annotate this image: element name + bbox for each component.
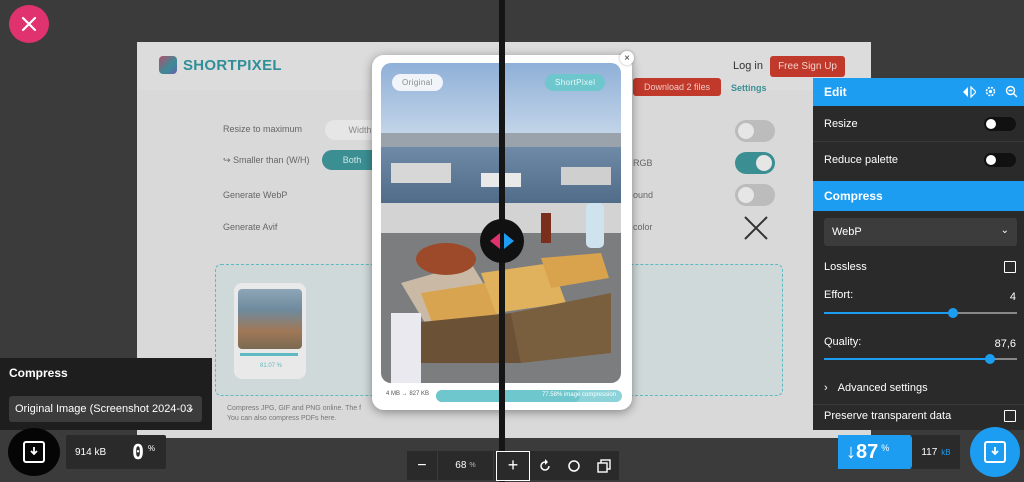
thumbnail-percent: 81.07 % [260,363,283,369]
source-image-value: Original Image (Screenshot 2024-03 [15,403,193,415]
original-tag: Original [392,74,443,91]
preserve-transparent-checkbox[interactable] [1004,410,1016,422]
original-percent: 0 [132,440,145,464]
zoom-toolbar: − 68% + [407,450,619,481]
thumbnail-progress [240,353,298,356]
download-original-button[interactable] [8,428,60,476]
brand-name: SHORTPIXEL [183,56,282,74]
settings-link[interactable]: Settings [731,83,767,93]
zoom-level: 68% [436,451,495,480]
download-result-button[interactable] [970,427,1020,477]
footer-line-1: Compress JPG, GIF and PNG online. The f [227,405,362,412]
quality-value: 87,6 [994,338,1016,350]
resize-toggle-bg[interactable] [735,120,775,142]
resize-row: Resize [813,106,1024,142]
rgb-toggle-bg[interactable] [735,152,775,174]
image-thumbnail[interactable]: 81.07 % [234,283,306,379]
site-logo: SHORTPIXEL [159,56,282,74]
original-percent-symbol: % [148,444,156,453]
resize-max-label: Resize to maximum [223,124,303,134]
lossless-label: Lossless [824,261,867,273]
zoom-out-button[interactable]: − [407,451,437,480]
settings-gear-icon[interactable] [984,85,997,98]
original-size: 914 kB [75,447,107,458]
effort-label: Effort: [824,289,854,301]
effort-value: 4 [1009,291,1016,303]
footer-line-2: You can also compress PDFs here. [227,415,337,422]
reduce-palette-label: Reduce palette [824,154,898,166]
compress-section-header: Compress [813,181,1024,211]
modal-close-icon[interactable]: × [620,51,634,65]
result-percent-badge: ↓87 % [838,435,922,469]
shortpixel-tag: ShortPixel [545,74,606,91]
site-footer-text: Compress JPG, GIF and PNG online. The f … [227,404,361,424]
effort-slider[interactable] [824,308,1017,318]
compression-label: 77.58% image compression [541,392,616,398]
compare-handle[interactable] [480,219,524,263]
preserve-transparent-label: Preserve transparent data [824,410,952,422]
login-link[interactable]: Log in [733,60,763,72]
advanced-settings-label: Advanced settings [837,382,928,394]
reduce-palette-row: Reduce palette [813,142,1024,178]
advanced-settings-toggle[interactable]: › Advanced settings [824,382,928,394]
left-compress-panel: Compress Original Image (Screenshot 2024… [0,358,212,430]
quality-slider-fill [824,358,990,360]
color-label: color [633,222,653,232]
size-change: 4 MB → 827 KB [386,391,430,397]
format-value: WebP [832,226,862,238]
result-size: 117 kB [912,435,960,469]
close-x-icon[interactable] [743,215,769,241]
download-icon [984,441,1006,463]
download-icon [23,441,45,463]
close-editor-button[interactable] [9,5,49,43]
chevron-down-icon: ⌄ [1000,225,1009,236]
generate-webp-label: Generate WebP [223,190,288,200]
close-icon [21,16,37,32]
quality-slider-knob[interactable] [984,354,995,364]
quality-slider[interactable] [824,354,1017,364]
compression-bar: 77.58% image compression [436,390,622,402]
original-size-box: 914 kB 0 % [66,435,166,469]
copy-icon[interactable] [589,451,619,480]
zoom-in-button[interactable]: + [496,450,530,481]
edit-panel-header: Edit [813,78,1024,106]
reduce-palette-toggle[interactable] [984,153,1016,167]
effort-slider-fill [824,312,954,314]
rgb-label: RGB [633,158,653,168]
chevron-right-icon: › [824,382,828,394]
download-files-button[interactable]: Download 2 files [633,78,721,96]
edit-title: Edit [824,85,847,99]
zoom-out-icon[interactable] [1005,85,1018,98]
rotate-icon[interactable] [530,451,560,480]
format-select[interactable]: WebP ⌄ [824,218,1017,246]
lossless-checkbox[interactable] [1004,261,1016,273]
chevron-down-icon: ⌄ [186,403,195,414]
generate-avif-label: Generate Avif [223,222,278,232]
background-toggle-bg[interactable] [735,184,775,206]
compare-arrows-icon [490,233,514,249]
thumbnail-image [238,289,302,349]
smaller-than-label: ↪ Smaller than (W/H) [223,155,310,165]
resize-toggle[interactable] [984,117,1016,131]
shortpixel-logo-icon [159,56,177,74]
quality-label: Quality: [824,336,862,348]
background-label: ound [633,190,654,200]
resize-label: Resize [824,117,858,130]
result-percent-symbol: % [881,443,890,453]
circle-icon[interactable] [560,451,590,480]
signup-button[interactable]: Free Sign Up [770,56,845,77]
source-image-select[interactable]: Original Image (Screenshot 2024-03 ⌄ [9,396,202,422]
left-compress-title: Compress [9,366,68,380]
compare-toggle-icon[interactable] [963,85,976,98]
panel-divider [813,404,1024,405]
effort-slider-knob[interactable] [948,308,959,318]
result-percent: ↓87 [846,440,879,463]
edit-panel: Edit Resize Reduce palette Compress WebP… [813,78,1024,430]
